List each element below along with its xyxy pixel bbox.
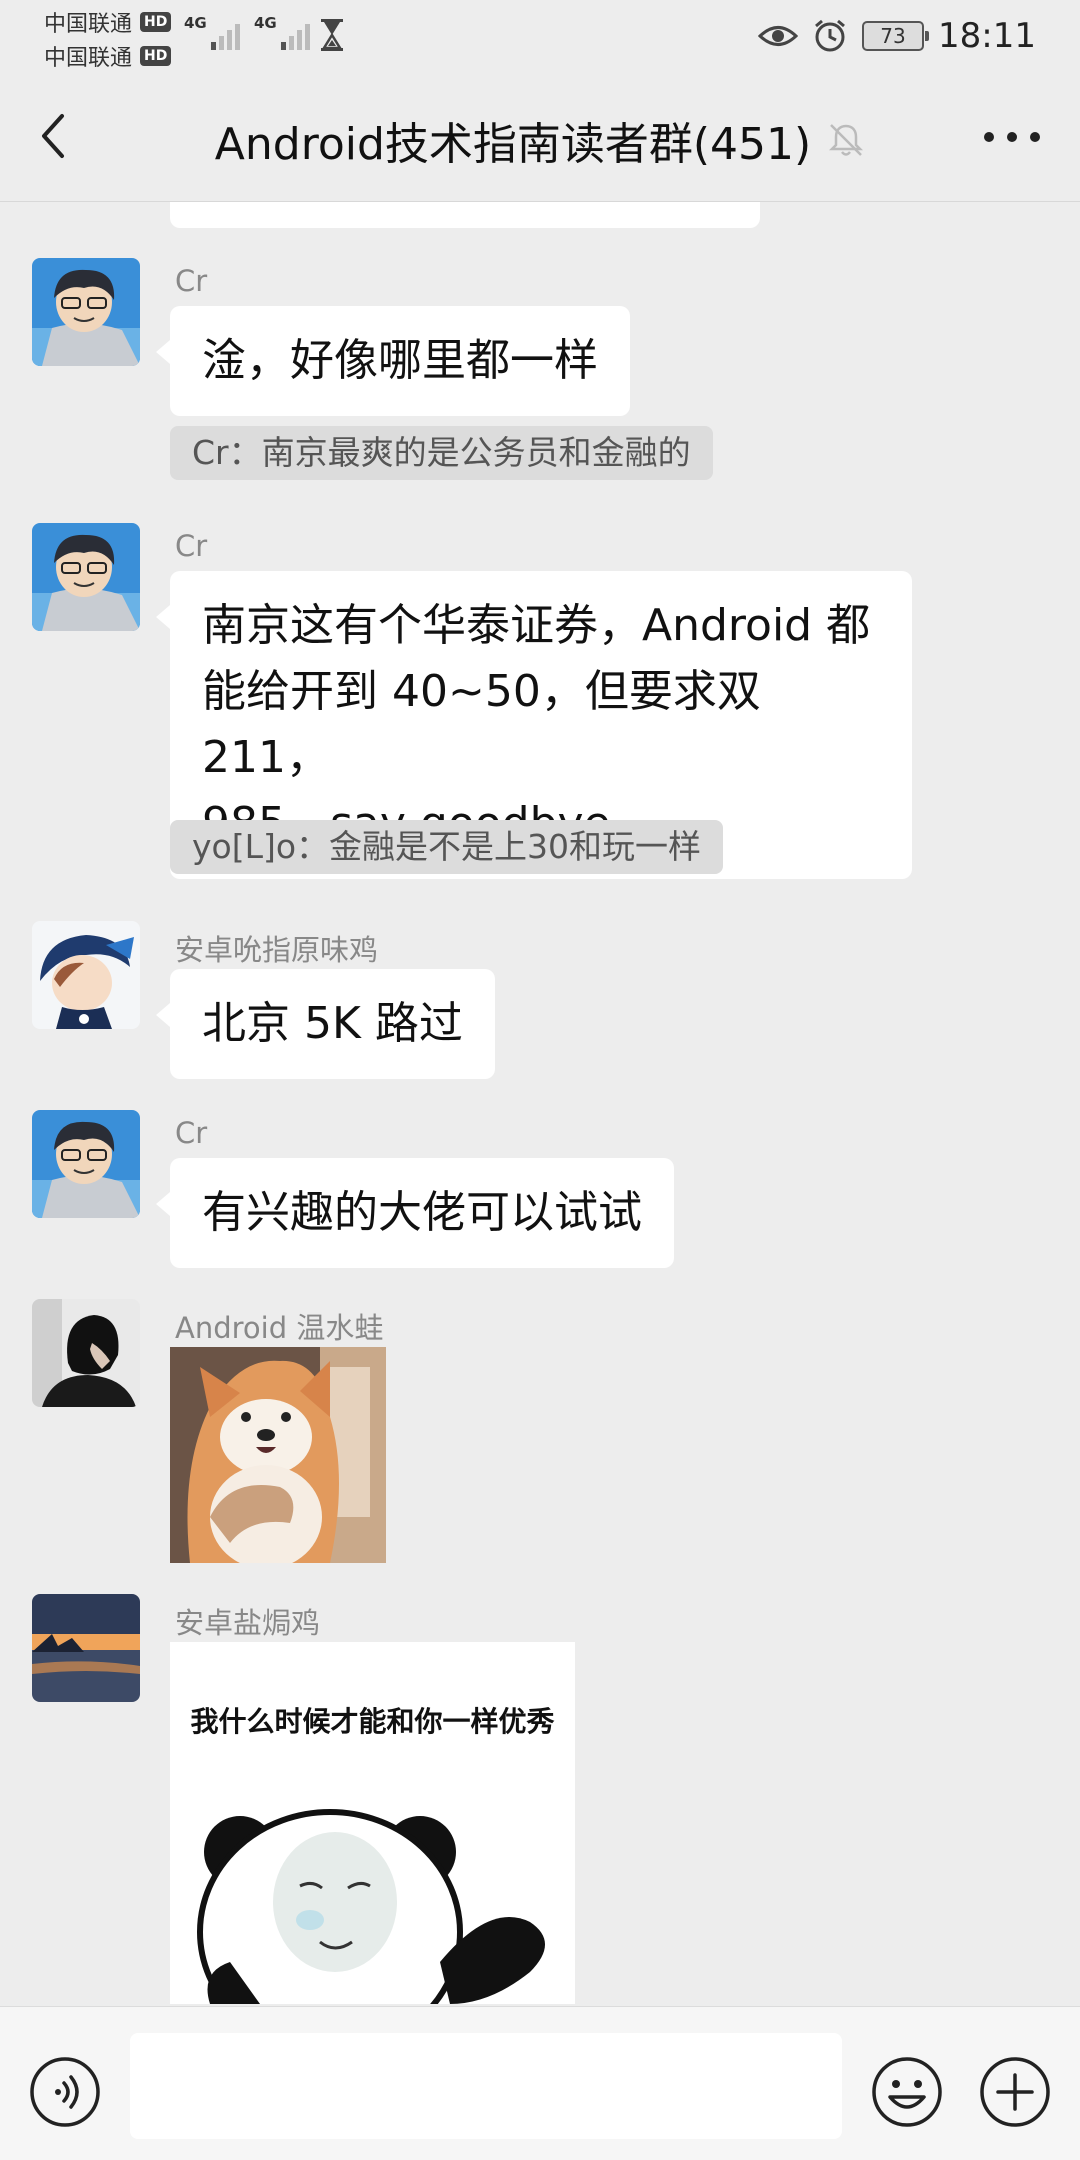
avatar[interactable] [32,1110,140,1218]
signal-icon-1: 4G [184,14,240,52]
quote-reply[interactable]: yo[L]o：金融是不是上30和玩一样 [170,820,724,874]
previous-message-bubble[interactable] [170,202,760,228]
battery-level: 73 [880,24,906,48]
message-bubble[interactable]: 淦，好像哪里都一样 [156,306,630,416]
quote-text: yo[L]o：金融是不是上30和玩一样 [192,827,702,866]
sender-name: Cr [175,1116,208,1150]
carrier-1-label: 中国联通 [44,12,133,37]
clock: 18:11 [938,16,1036,56]
back-icon[interactable] [34,110,74,162]
avatar[interactable] [32,1594,140,1702]
sender-name: 安卓盐焗鸡 [175,1606,321,1640]
message-text: 有兴趣的大佬可以试试 [202,1187,642,1238]
more-icon[interactable] [984,128,1040,146]
eye-icon [758,26,799,46]
quote-text: Cr：南京最爽的是公务员和金融的 [192,433,691,472]
panda-face-icon [197,1809,545,2004]
avatar[interactable] [32,1299,140,1407]
quote-reply[interactable]: Cr：南京最爽的是公务员和金融的 [170,426,713,480]
title-wrap: Android技术指南读者群(451) [200,108,880,172]
chat-title[interactable]: Android技术指南读者群(451) [215,108,811,172]
message-bubble[interactable]: 北京 5K 路过 [156,969,495,1079]
message-bubble[interactable]: 有兴趣的大佬可以试试 [156,1158,674,1268]
input-bar [0,2006,1080,2160]
hourglass-icon [321,19,343,51]
message-text: 淦，好像哪里都一样 [202,335,598,386]
carrier-2: 中国联通 HD [44,40,172,72]
emoji-icon[interactable] [870,2055,944,2129]
sender-name: Android 温水蛙 [175,1311,384,1345]
panda-meme-sticker[interactable]: 我什么时候才能和你一样优秀 [170,1642,575,2004]
sticker-caption: 我什么时候才能和你一样优秀 [190,1705,555,1738]
network-type-2: 4G [254,14,277,32]
shiba-dog-sticker[interactable] [170,1347,386,1563]
sender-name: Cr [175,529,208,563]
sender-name: Cr [175,264,208,298]
status-bar: 中国联通 HD 中国联通 HD 4G 4G 73 18:11 [0,0,1080,72]
carrier-2-label: 中国联通 [44,46,133,71]
battery-icon: 73 [862,21,930,51]
hd-badge-2: HD [140,46,172,66]
signal-indicators: 4G 4G [184,14,310,52]
plus-icon[interactable] [978,2055,1052,2129]
avatar[interactable] [32,258,140,366]
carrier-1: 中国联通 HD [44,6,172,38]
title-bar: Android技术指南读者群(451) [0,70,1080,202]
sender-name: 安卓吮指原味鸡 [175,933,379,967]
message-text-line: 能给开到 40~50，但要求双 211， [202,666,761,783]
mute-icon [829,124,864,156]
status-right: 73 18:11 [758,16,1036,56]
message-text-line: 南京这有个华泰证券，Android 都 [202,600,871,651]
alarm-icon [815,19,845,52]
avatar[interactable] [32,523,140,631]
chat-area[interactable]: Cr 淦，好像哪里都一样 Cr：南京最爽的是公务员和金融的 Cr 南京这有个华泰… [0,202,1080,2006]
hd-badge-1: HD [140,12,172,32]
message-text: 北京 5K 路过 [202,998,463,1049]
message-input[interactable] [130,2033,842,2139]
avatar[interactable] [32,921,140,1029]
voice-icon[interactable] [28,2055,102,2129]
signal-icon-2: 4G [254,14,310,52]
network-type-1: 4G [184,14,207,32]
